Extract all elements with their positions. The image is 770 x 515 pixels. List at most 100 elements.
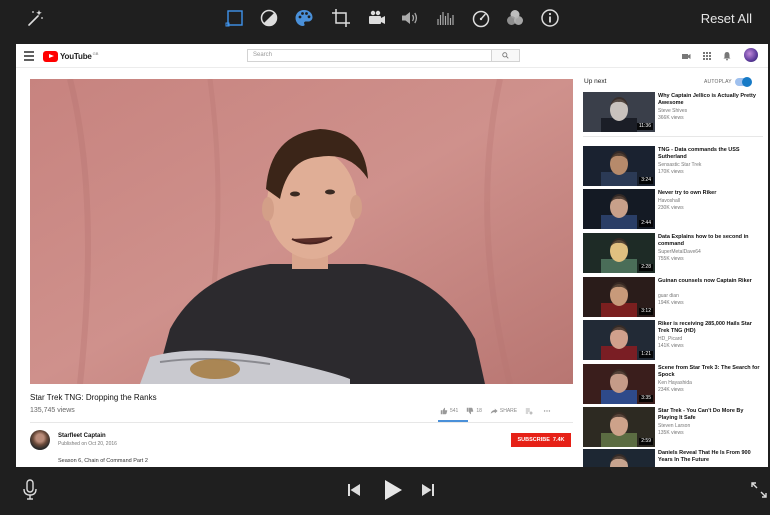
video-duration: 1:21 bbox=[639, 351, 653, 358]
account-avatar[interactable] bbox=[744, 48, 758, 62]
youtube-logo[interactable]: YouTube GB bbox=[43, 50, 98, 62]
video-duration: 3:35 bbox=[639, 395, 653, 402]
crop-icon[interactable] bbox=[330, 7, 352, 29]
video-thumbnail[interactable]: 2:28 bbox=[583, 233, 655, 273]
video-thumbnail[interactable] bbox=[583, 449, 655, 467]
recommendation-item[interactable]: Daniels Reveal That He Is From 900 Years… bbox=[583, 449, 763, 467]
thumbs-up-icon bbox=[440, 407, 448, 415]
recommendation-item[interactable]: 11:36 Why Captain Jellico is Actually Pre… bbox=[583, 92, 763, 132]
recommendation-item[interactable]: 3:35 Scene from Star Trek 3: The Search f… bbox=[583, 364, 763, 404]
recommendation-title[interactable]: Why Captain Jellico is Actually Pretty A… bbox=[658, 93, 763, 107]
fullscreen-icon[interactable] bbox=[750, 481, 768, 499]
video-title: Star Trek TNG: Dropping the Ranks bbox=[30, 393, 157, 402]
recommendation-views: 755K views bbox=[658, 256, 684, 262]
recommendation-views: 135K views bbox=[658, 430, 684, 436]
recommendation-title[interactable]: Daniels Reveal That He Is From 900 Years… bbox=[658, 450, 763, 464]
recommendation-item[interactable]: 3:12 Guinan counsels now Captain Riker gua… bbox=[583, 277, 763, 317]
like-button[interactable]: 541 bbox=[440, 407, 458, 415]
recommendation-title[interactable]: Guinan counsels now Captain Riker bbox=[658, 278, 763, 285]
search-input[interactable]: Search bbox=[247, 49, 492, 62]
recommendation-channel: Ken Hayashida bbox=[658, 380, 692, 386]
recommendation-channel: SuperMetalDave64 bbox=[658, 249, 701, 255]
subscriber-count: 7.4K bbox=[552, 437, 565, 443]
up-next-label: Up next bbox=[584, 78, 607, 85]
info-icon[interactable] bbox=[539, 7, 561, 29]
recommendation-title[interactable]: Star Trek - You Can't Do More By Playing… bbox=[658, 408, 763, 422]
search-button[interactable] bbox=[492, 49, 520, 62]
recommendation-item[interactable]: 2:44 Never try to own Riker Havoshall 230K … bbox=[583, 189, 763, 229]
video-description: Season 6, Chain of Command Part 2 bbox=[58, 458, 148, 464]
recommendation-channel: HD_Picard bbox=[658, 336, 683, 342]
recommendation-views: 194K views bbox=[658, 300, 684, 306]
recommendation-title[interactable]: TNG - Data commands the USS Sutherland bbox=[658, 147, 763, 161]
video-thumbnail[interactable]: 11:36 bbox=[583, 92, 655, 132]
like-count: 541 bbox=[450, 408, 459, 414]
video-thumbnail[interactable]: 3:12 bbox=[583, 277, 655, 317]
apps-grid-icon[interactable] bbox=[702, 51, 712, 61]
recommendation-channel: Havoshall bbox=[658, 198, 680, 204]
recommendation-item[interactable]: 1:21 Riker is receiving 285,000 Hails Sta… bbox=[583, 320, 763, 360]
skip-back-icon[interactable] bbox=[347, 483, 361, 497]
video-thumbnail[interactable]: 2:44 bbox=[583, 189, 655, 229]
video-duration: 2:59 bbox=[639, 438, 653, 445]
skip-forward-icon[interactable] bbox=[421, 483, 435, 497]
video-camera-icon[interactable] bbox=[365, 7, 387, 29]
recommendation-item[interactable]: 2:28 Data Explains how to be second in co… bbox=[583, 233, 763, 273]
playlist-add-icon bbox=[525, 408, 533, 415]
video-editor-window: Reset All YouTube GB Search Star Trek TN… bbox=[0, 0, 770, 515]
youtube-play-icon bbox=[43, 50, 58, 62]
video-duration: 3:24 bbox=[639, 177, 653, 184]
dislike-count: 18 bbox=[476, 408, 482, 414]
reset-all-button[interactable]: Reset All bbox=[701, 11, 752, 26]
share-icon bbox=[490, 408, 498, 414]
magic-wand-icon[interactable] bbox=[24, 7, 46, 29]
recommendation-views: 230K views bbox=[658, 205, 684, 211]
recommendation-item[interactable]: 2:59 Star Trek - You Can't Do More By Pla… bbox=[583, 407, 763, 447]
recommendation-views: 141K views bbox=[658, 343, 684, 349]
microphone-icon[interactable] bbox=[22, 479, 38, 501]
color-palette-icon[interactable] bbox=[293, 7, 315, 29]
recommendation-channel: guar dian bbox=[658, 293, 679, 299]
add-to-playlist-button[interactable] bbox=[525, 407, 535, 415]
video-thumbnail[interactable]: 2:59 bbox=[583, 407, 655, 447]
video-thumbnail[interactable]: 3:35 bbox=[583, 364, 655, 404]
channel-name[interactable]: Starfleet Captain bbox=[58, 433, 106, 439]
recommendation-title[interactable]: Riker is receiving 285,000 Hails Star Tr… bbox=[658, 321, 763, 335]
recommendation-views: 234K views bbox=[658, 387, 684, 393]
recommendation-title[interactable]: Data Explains how to be second in comman… bbox=[658, 234, 763, 248]
dislike-button[interactable]: 18 bbox=[466, 407, 482, 415]
recommendation-title[interactable]: Never try to own Riker bbox=[658, 190, 763, 197]
crop-frame-icon[interactable] bbox=[224, 7, 246, 29]
video-player[interactable] bbox=[30, 79, 573, 384]
video-duration: 2:28 bbox=[639, 264, 653, 271]
speedometer-icon[interactable] bbox=[470, 7, 492, 29]
menu-icon[interactable] bbox=[24, 51, 34, 61]
thumbnail-image bbox=[583, 449, 655, 467]
more-actions-button[interactable] bbox=[543, 407, 553, 415]
bottom-controls bbox=[0, 467, 770, 515]
notifications-bell-icon[interactable] bbox=[722, 51, 732, 61]
volume-icon[interactable] bbox=[399, 7, 421, 29]
divider bbox=[583, 136, 763, 137]
video-duration: 11:36 bbox=[636, 123, 653, 130]
equalizer-icon[interactable] bbox=[435, 7, 457, 29]
publish-date: Published on Oct 20, 2016 bbox=[58, 441, 117, 447]
upload-video-icon[interactable] bbox=[681, 51, 691, 61]
video-duration: 2:44 bbox=[639, 220, 653, 227]
recommendation-channel: Sensastic Star Trek bbox=[658, 162, 702, 168]
video-thumbnail[interactable]: 3:24 bbox=[583, 146, 655, 186]
subscribe-button[interactable]: SUBSCRIBE 7.4K bbox=[511, 433, 571, 447]
recommendation-item[interactable]: 3:24 TNG - Data commands the USS Sutherla… bbox=[583, 146, 763, 186]
more-horizontal-icon bbox=[544, 410, 551, 412]
filters-icon[interactable] bbox=[504, 7, 526, 29]
video-view-count: 135,745 views bbox=[30, 407, 75, 414]
video-thumbnail[interactable]: 1:21 bbox=[583, 320, 655, 360]
recommendation-title[interactable]: Scene from Star Trek 3: The Search for S… bbox=[658, 365, 763, 379]
channel-avatar[interactable] bbox=[30, 430, 50, 450]
autoplay-toggle[interactable] bbox=[735, 77, 752, 87]
youtube-header: YouTube GB Search bbox=[16, 44, 768, 68]
share-button[interactable]: SHARE bbox=[490, 407, 517, 415]
color-balance-icon[interactable] bbox=[258, 7, 280, 29]
play-icon[interactable] bbox=[383, 479, 403, 501]
share-label: SHARE bbox=[499, 408, 518, 414]
